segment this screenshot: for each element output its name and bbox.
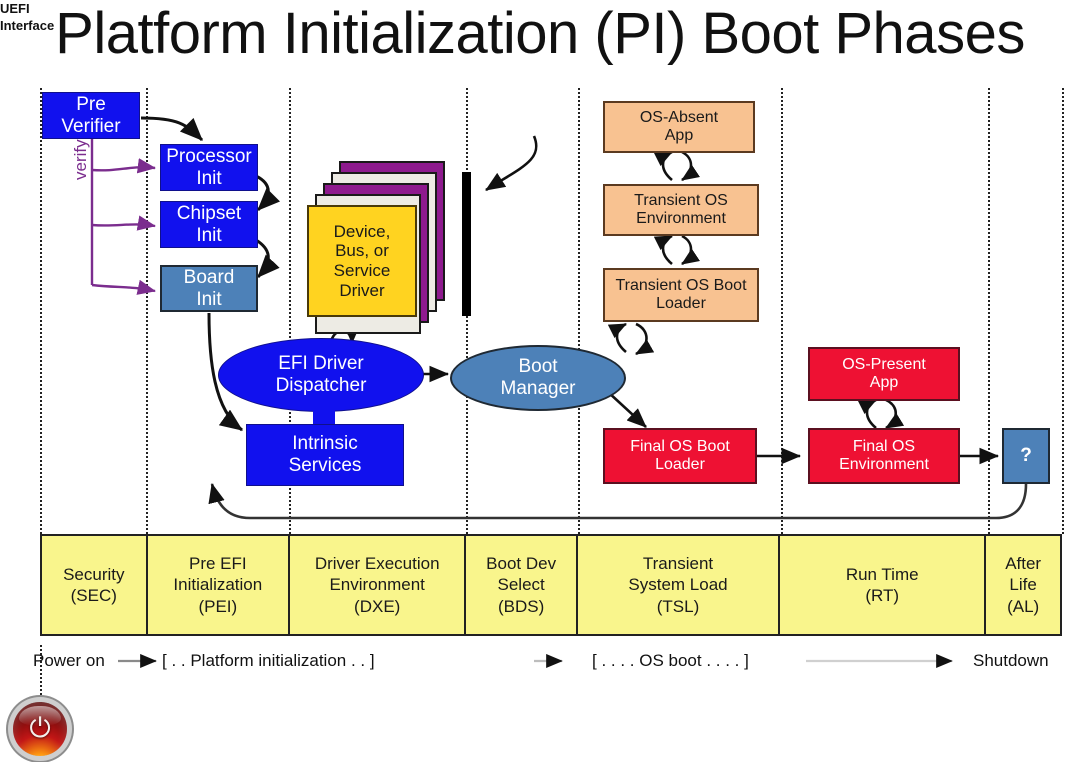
node-chipset-init[interactable]: Chipset Init: [160, 201, 258, 248]
power-symbol-glyph: ⏻: [29, 713, 51, 743]
uefi-interface-label: UEFI Interface: [0, 1, 55, 33]
phase-cell-sec-label: Security (SEC): [63, 564, 125, 605]
node-final-os-environment[interactable]: Final OS Environment: [808, 428, 960, 484]
phase-bar: Security (SEC) Pre EFI Initialization (PEI)…: [40, 534, 1062, 636]
column-divider-bds-tsl: [578, 88, 580, 534]
timeline-shutdown: Shutdown: [973, 651, 1049, 670]
diagram-canvas: Platform Initialization (PI) Boot Phases: [0, 0, 1080, 762]
node-intrinsic-services[interactable]: Intrinsic Services: [246, 424, 404, 486]
column-divider-sec-pei: [146, 88, 148, 534]
node-boot-manager-label: Boot Manager: [500, 356, 576, 399]
node-board-init[interactable]: Board Init: [160, 265, 258, 312]
column-divider-rt-al: [988, 88, 990, 534]
phase-cell-pei-label: Pre EFI Initialization (PEI): [173, 554, 263, 616]
node-os-present-app-label: OS-Present App: [842, 355, 926, 391]
phase-cell-rt[interactable]: Run Time (RT): [780, 536, 987, 634]
power-button-icon[interactable]: ⏻: [13, 702, 67, 756]
page-title: Platform Initialization (PI) Boot Phases: [55, 1, 1025, 66]
phase-cell-bds-label: Boot Dev Select (BDS): [486, 554, 557, 616]
phase-cell-rt-label: Run Time (RT): [845, 564, 919, 605]
phase-cell-tsl[interactable]: Transient System Load (TSL): [577, 536, 781, 634]
timeline-os-boot: [ . . . . OS boot . . . . ]: [592, 651, 749, 670]
phase-cell-bds[interactable]: Boot Dev Select (BDS): [466, 536, 578, 634]
phase-cell-dxe[interactable]: Driver Execution Environment (DXE): [290, 536, 467, 634]
node-processor-init[interactable]: Processor Init: [160, 144, 258, 191]
column-divider-al-right: [1062, 88, 1064, 534]
node-os-present-app[interactable]: OS-Present App: [808, 347, 960, 401]
verify-label: verify: [71, 139, 90, 180]
phase-cell-sec[interactable]: Security (SEC): [42, 536, 148, 634]
node-efi-driver-dispatcher-label: EFI Driver Dispatcher: [275, 353, 367, 396]
node-os-absent-app[interactable]: OS-Absent App: [603, 101, 755, 153]
node-after-life-unknown-label: ?: [1020, 445, 1032, 467]
node-driver-label: Device, Bus, or Service Driver: [333, 221, 391, 300]
timeline-platform-initialization: [ . . Platform initialization . . ]: [162, 651, 375, 670]
node-final-os-environment-label: Final OS Environment: [839, 437, 929, 473]
node-final-os-boot-loader-label: Final OS Boot Loader: [630, 437, 730, 473]
phase-cell-tsl-label: Transient System Load (TSL): [628, 554, 728, 616]
node-board-init-label: Board Init: [183, 266, 235, 310]
node-after-life-unknown[interactable]: ?: [1002, 428, 1050, 484]
node-pre-verifier[interactable]: Pre Verifier: [42, 92, 140, 139]
column-divider-tsl-rt: [781, 88, 783, 534]
node-os-absent-app-label: OS-Absent App: [639, 108, 719, 144]
phase-cell-al-label: After Life (AL): [1005, 554, 1042, 616]
phase-cell-dxe-label: Driver Execution Environment (DXE): [314, 554, 440, 616]
node-boot-manager[interactable]: Boot Manager: [450, 345, 626, 411]
node-pre-verifier-label: Pre Verifier: [61, 93, 121, 137]
node-processor-init-label: Processor Init: [166, 145, 252, 189]
column-divider-sec-left: [40, 88, 42, 534]
node-transient-os-environment-label: Transient OS Environment: [634, 191, 728, 227]
node-final-os-boot-loader[interactable]: Final OS Boot Loader: [603, 428, 757, 484]
uefi-interface-bar: [462, 172, 471, 316]
node-chipset-init-label: Chipset Init: [176, 202, 242, 246]
node-transient-os-boot-loader[interactable]: Transient OS Boot Loader: [603, 268, 759, 322]
node-transient-os-boot-loader-label: Transient OS Boot Loader: [615, 276, 747, 312]
node-device-bus-service-driver[interactable]: Device, Bus, or Service Driver: [307, 205, 417, 317]
phase-cell-pei[interactable]: Pre EFI Initialization (PEI): [147, 536, 291, 634]
node-intrinsic-services-label: Intrinsic Services: [288, 433, 362, 476]
timeline-power-on: Power on: [33, 651, 105, 670]
node-transient-os-environment[interactable]: Transient OS Environment: [603, 184, 759, 236]
phase-cell-al[interactable]: After Life (AL): [986, 536, 1060, 634]
